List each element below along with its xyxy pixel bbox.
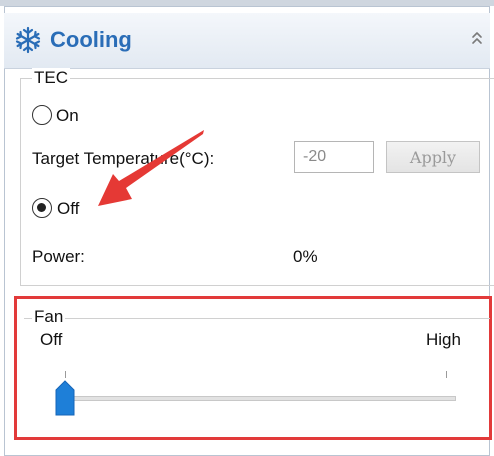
target-temperature-label: Target Temperature(°C): xyxy=(32,149,215,168)
tec-group xyxy=(20,78,494,286)
collapse-chevron-icon[interactable] xyxy=(470,29,484,47)
tec-group-label: TEC xyxy=(32,68,70,88)
fan-group-label: Fan xyxy=(32,307,66,327)
power-label: Power: xyxy=(32,247,85,266)
panel-header[interactable]: Cooling xyxy=(4,13,490,69)
tec-on-label[interactable]: On xyxy=(56,106,79,126)
panel-title: Cooling xyxy=(50,27,132,52)
fan-group xyxy=(24,318,490,424)
tec-off-radio[interactable] xyxy=(32,198,52,218)
snowflake-icon xyxy=(15,26,41,54)
fan-min-label: Off xyxy=(40,330,63,349)
slider-tick-max xyxy=(446,371,447,378)
target-temperature-input[interactable] xyxy=(294,141,374,173)
fan-max-label: High xyxy=(426,330,461,349)
fan-speed-slider-track[interactable] xyxy=(64,396,456,401)
fan-speed-slider-thumb[interactable] xyxy=(55,380,75,416)
tec-off-label[interactable]: Off xyxy=(57,199,79,219)
apply-button[interactable]: Apply xyxy=(386,141,480,173)
slider-tick-min xyxy=(65,371,66,378)
power-value: 0% xyxy=(293,247,318,266)
tec-on-radio[interactable] xyxy=(32,105,52,125)
